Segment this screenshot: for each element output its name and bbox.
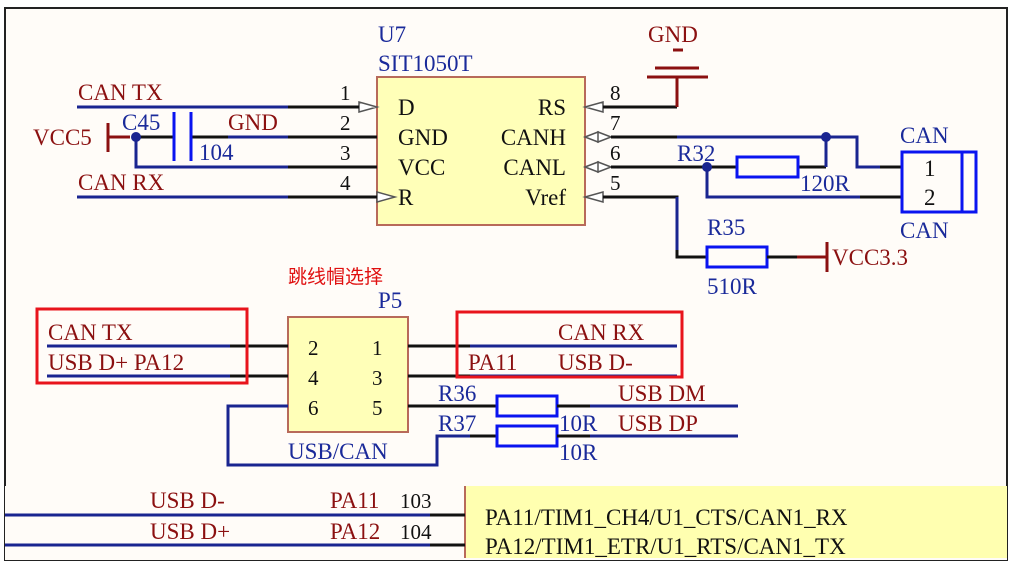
net-label: USB D- [558, 350, 633, 375]
p5-comment: USB/CAN [288, 439, 388, 464]
can-connector-comment: CAN [900, 218, 949, 243]
pin-name-label: PA11 [330, 488, 379, 513]
pin-number: 1 [372, 336, 383, 360]
r35-designator: R35 [707, 215, 745, 240]
net-label: USB D- [150, 488, 225, 513]
can-connector-designator: CAN [900, 123, 949, 148]
pin-name: CANH [501, 125, 566, 150]
pin-number: 3 [340, 141, 351, 165]
schematic: U7 SIT1050T D GND VCC R RS CANH CANL Vre… [0, 0, 1019, 566]
connector-pin: 1 [924, 156, 936, 181]
pin-name: Vref [525, 185, 566, 210]
p5-body [287, 316, 409, 433]
pin-name: CANL [503, 155, 566, 180]
pin-number: 5 [372, 396, 383, 420]
pin-number: 7 [610, 111, 621, 135]
pin-function: PA11/TIM1_CH4/U1_CTS/CAN1_RX [485, 505, 848, 530]
pin-name-label: PA12 [330, 519, 380, 544]
pin-number: 5 [610, 171, 621, 195]
net-label-gnd-top: GND [648, 22, 698, 47]
net-label: CAN RX [558, 320, 645, 345]
pin-number: 6 [610, 141, 621, 165]
r37-designator: R37 [438, 411, 476, 436]
pin-name: GND [398, 125, 448, 150]
pin-name: VCC [398, 155, 445, 180]
net-label-usb-dp: USB DP [618, 411, 698, 436]
net-label-usb-dm: USB DM [618, 381, 706, 406]
c45-designator: C45 [122, 110, 160, 135]
net-label: PA11 [468, 350, 517, 375]
pin-number: 4 [340, 171, 351, 195]
net-label: CAN TX [48, 320, 133, 345]
net-label: USB D+ [150, 519, 230, 544]
jumper-note: 跳线帽选择 [288, 266, 383, 288]
r36-designator: R36 [438, 381, 476, 406]
net-label-can-rx: CAN RX [78, 170, 165, 195]
pin-name: D [398, 95, 415, 120]
net-label-vcc33: VCC3.3 [832, 245, 908, 270]
pin-function: PA12/TIM1_ETR/U1_RTS/CAN1_TX [485, 534, 846, 559]
pin-number: 4 [308, 366, 319, 390]
pin-name: R [398, 185, 414, 210]
r36-value: 10R [559, 411, 598, 436]
r32-value: 120R [800, 171, 851, 196]
pin-number: 3 [372, 366, 383, 390]
net-label-vcc5: VCC5 [33, 125, 92, 150]
pin-number: 2 [308, 336, 319, 360]
u7-designator: U7 [378, 22, 406, 47]
c45-value: 104 [199, 140, 234, 165]
connector-pin: 2 [924, 185, 936, 210]
u7-part: SIT1050T [378, 51, 473, 76]
pin-number: 104 [400, 520, 432, 544]
net-label: USB D+ PA12 [48, 350, 184, 375]
pin-number: 8 [610, 81, 621, 105]
r35-value: 510R [707, 274, 758, 299]
r37-value: 10R [559, 440, 598, 465]
p5-designator: P5 [378, 288, 402, 313]
pin-number: 2 [340, 111, 351, 135]
net-label-can-tx: CAN TX [78, 80, 163, 105]
net-label-gnd: GND [228, 110, 278, 135]
pin-number: 6 [308, 396, 319, 420]
mcu-excerpt: USB D- USB D+ PA11 PA12 103 104 PA11/TIM… [5, 486, 1007, 560]
r32-designator: R32 [677, 141, 715, 166]
pin-name: RS [538, 95, 566, 120]
pin-number: 1 [340, 81, 351, 105]
pin-number: 103 [400, 489, 432, 513]
